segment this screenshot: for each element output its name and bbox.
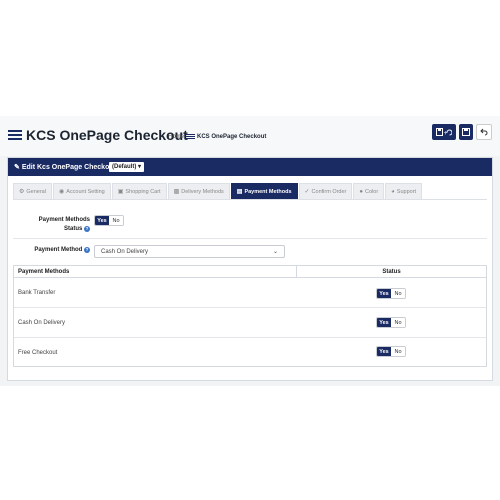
card-icon: ▤ bbox=[236, 189, 243, 195]
back-button[interactable] bbox=[476, 124, 492, 140]
edit-panel: ✎ Edit Kcs OnePage Checkout (Default) ▾ … bbox=[7, 157, 493, 381]
save-and-stay-button[interactable]: + bbox=[432, 124, 456, 140]
payment-method-name: Cash On Delivery bbox=[18, 320, 66, 326]
tab-label: Support bbox=[396, 188, 417, 195]
toggle-no[interactable]: No bbox=[391, 318, 405, 327]
tab-account-setting[interactable]: ◉ Account Setting bbox=[52, 183, 111, 199]
palette-icon: ● bbox=[359, 188, 364, 195]
toggle-yes[interactable]: Yes bbox=[377, 347, 391, 356]
eye-icon: ◉ bbox=[58, 189, 65, 195]
payment-method-name: Bank Transfer bbox=[18, 290, 56, 296]
panel-title-text: Edit Kcs OnePage Checkout bbox=[21, 164, 116, 171]
label-text: Payment Method bbox=[34, 247, 83, 253]
column-header: Status bbox=[296, 266, 486, 277]
column-header: Payment Methods bbox=[18, 269, 70, 275]
toggle-yes[interactable]: Yes bbox=[377, 289, 391, 298]
save-icon bbox=[462, 128, 470, 136]
panel-heading: ✎ Edit Kcs OnePage Checkout (Default) ▾ bbox=[8, 158, 492, 176]
chevron-down-icon: ⌄ bbox=[272, 249, 278, 255]
chevron-down-icon: ▾ bbox=[138, 164, 142, 170]
table-row: Bank Transfer Yes No bbox=[14, 278, 486, 308]
tab-label: Shopping Cart bbox=[125, 188, 161, 195]
payment-methods-status-label: Payment Methods Status ? bbox=[18, 216, 90, 234]
table-row: Free Checkout Yes No bbox=[14, 338, 486, 368]
tab-shopping-cart[interactable]: ▣ Shopping Cart bbox=[111, 183, 167, 199]
breadcrumb: Home KCS OnePage Checkout bbox=[168, 134, 266, 140]
toggle-no[interactable]: No bbox=[391, 347, 405, 356]
tab-label: Color bbox=[365, 188, 379, 195]
toggle-yes[interactable]: Yes bbox=[377, 318, 391, 327]
status-toggle[interactable]: Yes No bbox=[376, 288, 406, 299]
panel-title: ✎ Edit Kcs OnePage Checkout bbox=[14, 163, 116, 171]
divider bbox=[13, 238, 487, 239]
tab-general[interactable]: ⚙ General bbox=[13, 183, 52, 199]
label-line: Payment Methods bbox=[38, 217, 90, 223]
status-toggle[interactable]: Yes No bbox=[376, 317, 406, 328]
payment-method-select[interactable]: Cash On Delivery ⌄ bbox=[94, 245, 285, 258]
breadcrumb-current[interactable]: KCS OnePage Checkout bbox=[197, 134, 266, 140]
cart-icon: ▣ bbox=[117, 189, 124, 195]
page-title: KCS OnePage Checkout bbox=[26, 127, 188, 143]
toggle-no[interactable]: No bbox=[109, 216, 123, 225]
save-refresh-icon: + bbox=[436, 127, 452, 136]
tab-color[interactable]: ● Color bbox=[353, 183, 385, 199]
page-header: KCS OnePage Checkout Home KCS OnePage Ch… bbox=[0, 116, 500, 156]
support-icon: ◕ bbox=[391, 188, 395, 195]
help-icon: ? bbox=[84, 226, 90, 232]
store-select[interactable]: (Default) ▾ bbox=[109, 162, 145, 172]
table-header: Payment Methods Status bbox=[14, 266, 486, 278]
store-select-value: (Default) bbox=[112, 164, 137, 170]
truck-icon: ▩ bbox=[173, 189, 180, 195]
select-value: Cash On Delivery bbox=[101, 248, 149, 255]
pencil-icon: ✎ bbox=[14, 164, 20, 171]
toggle-no[interactable]: No bbox=[391, 289, 405, 298]
tab-label: Delivery Methods bbox=[181, 188, 224, 195]
tab-support[interactable]: ◕ Support bbox=[385, 183, 423, 199]
payment-method-label: Payment Method ? bbox=[18, 247, 90, 253]
tab-label: General bbox=[26, 188, 46, 195]
tab-delivery-methods[interactable]: ▩ Delivery Methods bbox=[167, 183, 230, 199]
help-icon: ? bbox=[84, 247, 90, 253]
check-icon: ✓ bbox=[304, 189, 310, 195]
module-logo-icon bbox=[8, 130, 22, 140]
app-screen: KCS OnePage Checkout Home KCS OnePage Ch… bbox=[0, 116, 500, 386]
cog-icon: ⚙ bbox=[19, 189, 25, 195]
module-logo-icon bbox=[186, 134, 196, 140]
table-row: Cash On Delivery Yes No bbox=[14, 308, 486, 338]
payment-methods-table: Payment Methods Status Bank Transfer Yes… bbox=[13, 265, 487, 367]
breadcrumb-home[interactable]: Home bbox=[168, 134, 184, 140]
status-toggle[interactable]: Yes No bbox=[376, 346, 406, 357]
payment-methods-status-toggle[interactable]: Yes No bbox=[94, 215, 124, 226]
tab-label: Confirm Order bbox=[311, 188, 347, 195]
payment-method-name: Free Checkout bbox=[18, 350, 58, 356]
label-line: Status bbox=[63, 226, 83, 232]
tab-label: Account Setting bbox=[66, 188, 105, 195]
back-arrow-icon bbox=[480, 128, 488, 136]
save-button[interactable] bbox=[459, 124, 473, 140]
tab-payment-methods[interactable]: ▤ Payment Methods bbox=[230, 183, 298, 199]
tab-bar: ⚙ General ◉ Account Setting ▣ Shopping Cart… bbox=[13, 183, 423, 199]
tab-divider bbox=[13, 199, 487, 200]
toggle-yes[interactable]: Yes bbox=[95, 216, 109, 225]
tab-label: Payment Methods bbox=[244, 188, 292, 195]
tab-confirm-order[interactable]: ✓ Confirm Order bbox=[298, 183, 353, 199]
